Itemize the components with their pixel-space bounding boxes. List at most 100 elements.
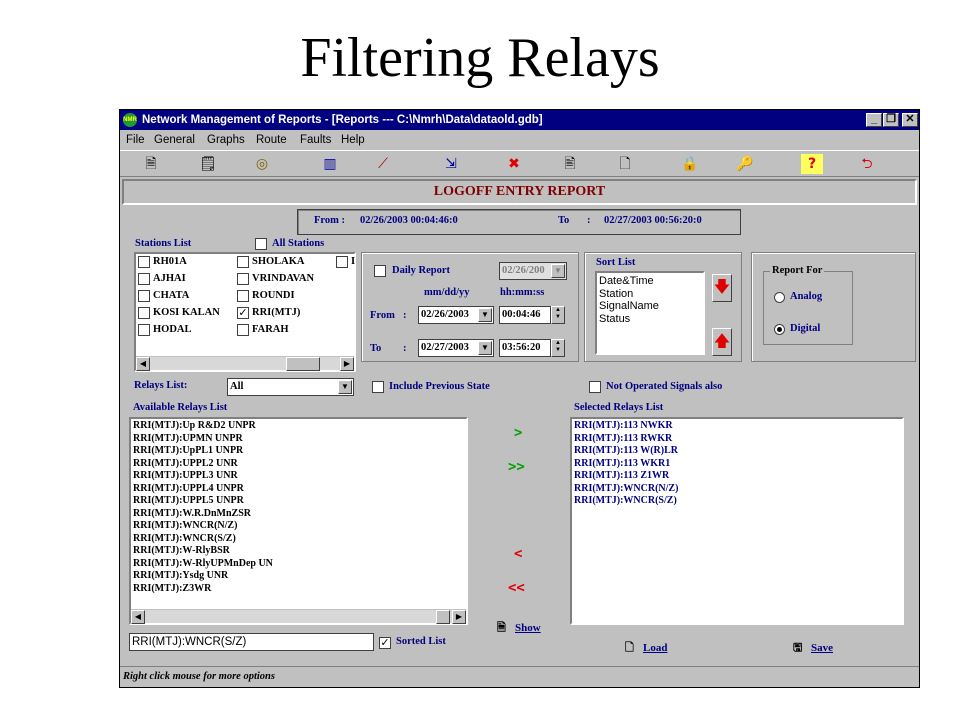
available-relays-list[interactable]: RRI(MTJ):Up R&D2 UNPR RRI(MTJ):UPMN UNPR…	[129, 417, 468, 625]
list-item[interactable]: RRI(MTJ):W-RlyUPMnDep UN	[131, 558, 466, 571]
remove-one-button[interactable]: <	[514, 546, 522, 562]
menu-faults[interactable]: Faults	[300, 131, 331, 149]
to-time-spinner[interactable]: ▲ ▼	[551, 339, 565, 357]
menu-file[interactable]: File	[126, 131, 145, 149]
chevron-down-icon[interactable]: ▼	[338, 380, 352, 394]
scroll-left-icon[interactable]: ◀	[131, 610, 145, 624]
to-time-input[interactable]: 03:56:20	[499, 339, 551, 357]
list-item[interactable]: RRI(MTJ):Ysdg UNR	[131, 570, 466, 583]
from-date-select[interactable]: 02/26/2003 ▼	[418, 306, 494, 324]
save-button[interactable]: 🖫 Save	[793, 639, 833, 658]
move-up-icon[interactable]: 🡅	[712, 328, 732, 356]
chevron-down-icon[interactable]: ▼	[478, 308, 492, 322]
list-item[interactable]: RRI(MTJ):UPMN UNPR	[131, 433, 466, 446]
add-all-button[interactable]: >>	[508, 459, 525, 475]
from-time-input[interactable]: 00:04:46	[499, 306, 551, 324]
report-icon[interactable]: 🗎	[140, 154, 162, 174]
sort-list[interactable]: Date&Time Station SignalName Status	[595, 271, 705, 355]
list-item[interactable]: RRI(MTJ):WNCR(S/Z)	[572, 495, 902, 508]
sort-item[interactable]: SignalName	[597, 300, 703, 313]
scroll-right-icon[interactable]: ▶	[452, 610, 466, 624]
line-chart-icon[interactable]: ⟋	[372, 154, 394, 174]
list-item[interactable]: RRI(MTJ):113 WKR1	[572, 458, 902, 471]
close-button[interactable]: ✕	[902, 113, 918, 127]
menu-graphs[interactable]: Graphs	[207, 131, 245, 149]
list-item[interactable]: RRI(MTJ):UPPL2 UNR	[131, 458, 466, 471]
station-checkbox[interactable]	[237, 273, 249, 285]
relay-search-input[interactable]: RRI(MTJ):WNCR(S/Z)	[129, 633, 374, 651]
scroll-thumb[interactable]	[436, 610, 450, 624]
chevron-down-icon[interactable]: ▼	[478, 341, 492, 355]
show-button[interactable]: 🗎 Show	[497, 619, 541, 638]
daily-date-select[interactable]: 02/26/200 ▼	[499, 262, 567, 280]
list-item[interactable]: RRI(MTJ):UpPL1 UNPR	[131, 445, 466, 458]
station-checkbox[interactable]	[138, 307, 150, 319]
lock-icon[interactable]: 🔒	[679, 154, 701, 174]
sort-item[interactable]: Date&Time	[597, 275, 703, 288]
relays-list-select[interactable]: All ▼	[227, 378, 354, 396]
list-item[interactable]: RRI(MTJ):Z3WR	[131, 583, 466, 596]
list-item[interactable]: RRI(MTJ):113 Z1WR	[572, 470, 902, 483]
scroll-left-icon[interactable]: ◀	[136, 357, 150, 371]
sort-item[interactable]: Station	[597, 288, 703, 301]
export-icon[interactable]: ⇲	[440, 154, 462, 174]
document-icon[interactable]: 🗋	[614, 154, 636, 174]
selected-relays-list[interactable]: RRI(MTJ):113 NWKR RRI(MTJ):113 RWKR RRI(…	[570, 417, 904, 625]
remove-all-button[interactable]: <<	[508, 580, 525, 596]
from-time-spinner[interactable]: ▲ ▼	[551, 306, 565, 324]
title-bar[interactable]: NMR Network Management of Reports - [Rep…	[120, 110, 919, 130]
station-checkbox[interactable]: ✓	[237, 307, 249, 319]
list-item[interactable]: RRI(MTJ):WNCR(N/Z)	[131, 520, 466, 533]
list-item[interactable]: RRI(MTJ):W-RlyBSR	[131, 545, 466, 558]
add-one-button[interactable]: >	[514, 425, 522, 441]
list-item[interactable]: RRI(MTJ):113 RWKR	[572, 433, 902, 446]
digital-radio[interactable]	[774, 324, 785, 335]
report-edit-icon[interactable]: 🗒	[197, 154, 219, 174]
all-stations-checkbox[interactable]	[255, 238, 267, 250]
bar-chart-icon[interactable]: ▥	[319, 154, 341, 174]
menu-general[interactable]: General	[154, 131, 195, 149]
list-item[interactable]: RRI(MTJ):113 NWKR	[572, 420, 902, 433]
minimize-button[interactable]: _	[866, 113, 882, 127]
chevron-down-icon[interactable]: ▼	[551, 264, 565, 278]
station-checkbox[interactable]	[138, 290, 150, 302]
station-checkbox[interactable]	[237, 290, 249, 302]
list-item[interactable]: RRI(MTJ):WNCR(S/Z)	[131, 533, 466, 546]
exit-icon[interactable]: ⮌	[856, 154, 878, 174]
scroll-right-icon[interactable]: ▶	[340, 357, 354, 371]
daily-report-checkbox[interactable]	[374, 265, 386, 277]
station-checkbox[interactable]	[138, 324, 150, 336]
delete-icon[interactable]: ✖	[503, 154, 525, 174]
menu-help[interactable]: Help	[341, 131, 365, 149]
list-item[interactable]: RRI(MTJ):UPPL3 UNR	[131, 470, 466, 483]
scroll-thumb[interactable]	[286, 357, 320, 371]
list-item[interactable]: RRI(MTJ):113 W(R)LR	[572, 445, 902, 458]
station-checkbox[interactable]	[138, 256, 150, 268]
list-item[interactable]: RRI(MTJ):WNCR(N/Z)	[572, 483, 902, 496]
slide-title: Filtering Relays	[300, 27, 660, 89]
analog-radio[interactable]	[774, 292, 785, 303]
station-checkbox[interactable]	[237, 324, 249, 336]
stations-hscrollbar[interactable]: ◀ ▶	[136, 356, 354, 371]
print-preview-icon[interactable]: 🖹	[559, 154, 581, 174]
include-previous-checkbox[interactable]	[372, 381, 384, 393]
menu-route[interactable]: Route	[256, 131, 287, 149]
sorted-list-checkbox[interactable]: ✓	[379, 637, 391, 649]
key-icon[interactable]: 🔑	[734, 154, 756, 174]
not-operated-checkbox[interactable]	[589, 381, 601, 393]
station-checkbox[interactable]	[237, 256, 249, 268]
list-item[interactable]: RRI(MTJ):UPPL5 UNPR	[131, 495, 466, 508]
help-icon[interactable]: ?	[801, 154, 823, 174]
station-checkbox[interactable]	[336, 256, 348, 268]
target-icon[interactable]: ◎	[251, 154, 273, 174]
list-item[interactable]: RRI(MTJ):UPPL4 UNPR	[131, 483, 466, 496]
station-checkbox[interactable]	[138, 273, 150, 285]
list-item[interactable]: RRI(MTJ):W.R.DnMnZSR	[131, 508, 466, 521]
to-date-select[interactable]: 02/27/2003 ▼	[418, 339, 494, 357]
move-down-icon[interactable]: 🡇	[712, 274, 732, 302]
list-item[interactable]: RRI(MTJ):Up R&D2 UNPR	[131, 420, 466, 433]
available-hscrollbar[interactable]: ◀ ▶	[131, 609, 466, 624]
sort-item[interactable]: Status	[597, 313, 703, 326]
load-button[interactable]: 🗋 Load	[625, 639, 667, 658]
restore-button[interactable]: ❐	[883, 113, 899, 127]
